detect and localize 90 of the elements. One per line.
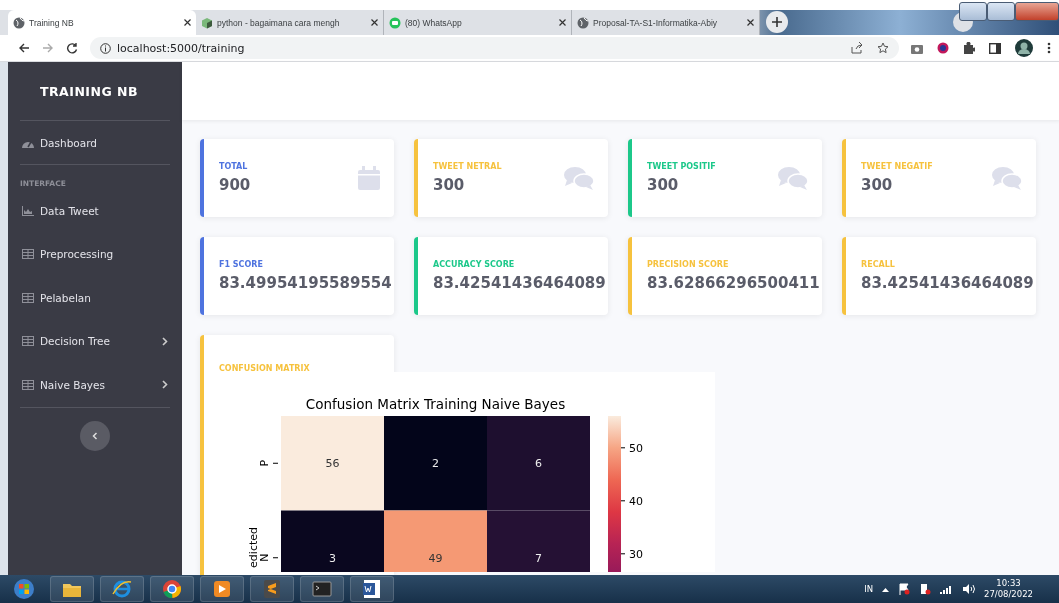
share-icon[interactable] <box>851 42 863 54</box>
cell-value: 56 <box>325 457 340 471</box>
browser-icon[interactable] <box>100 576 144 602</box>
reload-icon[interactable] <box>66 42 78 54</box>
cell-value: 3 <box>329 551 336 565</box>
globe-icon <box>13 16 25 29</box>
extension-icon[interactable] <box>937 42 949 54</box>
minimize-button[interactable] <box>959 2 987 21</box>
globe-icon <box>577 16 589 29</box>
star-icon[interactable] <box>877 42 889 54</box>
sidebar-item[interactable]: Naive Bayes <box>8 363 182 407</box>
card-value: 300 <box>647 176 680 194</box>
puzzle-icon[interactable] <box>963 42 975 54</box>
terminal-icon[interactable] <box>300 576 344 602</box>
axis-label: N <box>258 553 271 562</box>
speaker-icon[interactable] <box>963 584 975 594</box>
tray-arrow-icon[interactable] <box>882 586 889 592</box>
media-player-icon[interactable] <box>200 576 244 602</box>
comments-icon <box>564 166 594 190</box>
card-value: 83.62866296500411 <box>647 274 820 292</box>
folder-icon[interactable] <box>50 576 94 602</box>
table-icon <box>22 249 34 260</box>
card-label: TWEET POSITIF <box>647 162 717 171</box>
cell-value: 49 <box>428 551 443 565</box>
table-icon <box>22 379 34 390</box>
close-icon[interactable] <box>747 19 754 26</box>
browser-tab[interactable]: Training NB <box>8 10 196 35</box>
sidebar-item[interactable]: Dashboard <box>8 121 182 164</box>
document-icon[interactable] <box>350 576 394 602</box>
card-label: TOTAL <box>219 162 249 171</box>
sidebar-item[interactable]: Data Tweet <box>8 189 182 233</box>
maximize-button[interactable] <box>987 2 1015 21</box>
sidebar-item[interactable]: Pelabelan <box>8 276 182 320</box>
card-value: 83.42541436464089 <box>433 274 606 292</box>
address-bar[interactable]: localhost:5000/training <box>90 37 899 59</box>
card-label: PRECISION SCORE <box>647 260 730 269</box>
cube-icon <box>201 16 213 29</box>
sidebar-item[interactable]: Preprocessing <box>8 232 182 276</box>
sidebar-item[interactable]: Decision Tree <box>8 319 182 363</box>
card-value: 300 <box>433 176 466 194</box>
card-label: RECALL <box>861 260 896 269</box>
plus-icon <box>772 17 782 27</box>
card-value: 300 <box>861 176 894 194</box>
card-value: 83.49954195589554 <box>219 274 392 292</box>
close-icon[interactable] <box>559 19 566 26</box>
sidebar-brand[interactable]: TRAINING NB <box>39 83 139 99</box>
cell-value: 7 <box>535 551 542 565</box>
back-icon[interactable] <box>18 42 30 54</box>
clock[interactable]: 10:33 27/08/2022 <box>984 578 1033 600</box>
chevron-icon <box>162 380 168 390</box>
flag-icon[interactable] <box>898 583 910 595</box>
axis-title: edicted <box>247 527 260 568</box>
tick-label: 50 <box>629 441 643 455</box>
cell-value: 2 <box>432 457 439 471</box>
card-label: TWEET NETRAL <box>433 162 503 171</box>
tick-label: 30 <box>629 547 643 561</box>
camera-icon[interactable] <box>911 42 923 54</box>
close-icon[interactable] <box>371 19 378 26</box>
menu-icon[interactable] <box>1047 42 1051 54</box>
close-icon[interactable] <box>184 19 191 26</box>
comments-icon <box>778 166 808 190</box>
card-value: 900 <box>219 176 252 194</box>
sidebar-toggle-button[interactable] <box>80 420 110 451</box>
chat-icon <box>389 16 401 29</box>
card-label: TWEET NEGATIF <box>861 162 934 171</box>
card-value: 83.42541436464089 <box>861 274 1034 292</box>
info-icon <box>100 42 111 54</box>
close-button[interactable] <box>1015 2 1059 21</box>
chevron-icon <box>162 336 168 346</box>
signal-icon[interactable] <box>940 584 954 594</box>
card-label: CONFUSION MATRIX <box>219 364 310 373</box>
cell-value: 6 <box>535 457 542 471</box>
new-tab-button[interactable] <box>766 11 788 33</box>
comments-icon <box>992 166 1022 190</box>
browser-icon[interactable] <box>150 576 194 602</box>
language-indicator[interactable]: IN <box>864 584 873 594</box>
avatar-icon[interactable] <box>1015 39 1033 57</box>
chart-title: Confusion Matrix Training Naive Bayes <box>305 396 566 412</box>
axis-label: P <box>258 459 271 467</box>
card-label: ACCURACY SCORE <box>433 260 516 269</box>
card-label: F1 SCORE <box>219 260 264 269</box>
area-chart-icon <box>22 205 34 216</box>
side-panel-icon[interactable] <box>989 42 1001 54</box>
calendar-icon <box>358 166 380 190</box>
table-icon <box>22 292 34 303</box>
editor-icon[interactable] <box>250 576 294 602</box>
power-icon[interactable] <box>919 583 931 595</box>
table-icon <box>22 336 34 347</box>
tick-label: 40 <box>629 494 643 508</box>
chevron-icon <box>92 431 98 440</box>
